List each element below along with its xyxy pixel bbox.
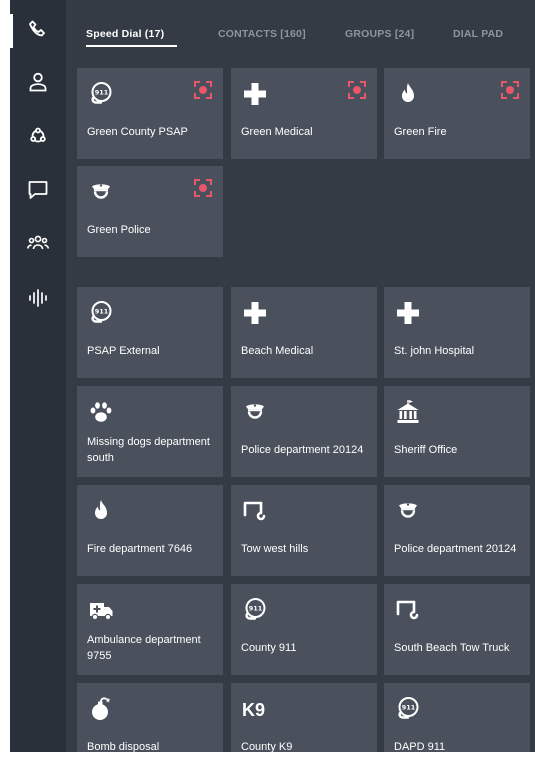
phone-911-icon: 911: [394, 695, 422, 723]
flame-icon: [394, 80, 422, 108]
svg-text:911: 911: [402, 703, 416, 711]
paw-icon: [87, 398, 115, 426]
speed-dial-tile[interactable]: Green Fire: [384, 68, 530, 159]
alert-target-icon: [193, 80, 213, 100]
tile-label: Green Police: [87, 224, 151, 236]
tile-label: DAPD 911: [394, 741, 446, 752]
medical-cross-icon: [241, 299, 269, 327]
tile-label: Missing dogs department south: [87, 436, 210, 464]
person-icon: [26, 70, 50, 99]
police-officer-icon: [87, 178, 115, 206]
tab-speed-dial[interactable]: Speed Dial (17): [86, 28, 164, 40]
svg-text:911: 911: [95, 88, 109, 96]
phone-icon: [26, 18, 50, 47]
alert-target-icon: [347, 80, 367, 100]
waveform-icon: [26, 286, 50, 315]
tile-label: County 911: [241, 642, 297, 654]
speed-dial-tile[interactable]: St. john Hospital: [384, 287, 530, 378]
svg-text:911: 911: [95, 307, 109, 315]
phone-911-icon: 911: [241, 596, 269, 624]
dispatch-app: Speed Dial (17) CONTACTS [160] GROUPS [2…: [10, 0, 535, 752]
bomb-icon: [87, 695, 115, 723]
tab-dial-pad[interactable]: DIAL PAD: [453, 28, 503, 40]
nav-groups[interactable]: [10, 118, 66, 158]
courthouse-icon: [394, 398, 422, 426]
speed-dial-tile[interactable]: 911 Green County PSAP: [77, 68, 223, 159]
speed-dial-tile[interactable]: 911 PSAP External: [77, 287, 223, 378]
tile-label: County K9: [241, 741, 293, 752]
svg-text:911: 911: [249, 604, 263, 612]
tow-hook-icon: [394, 596, 422, 624]
speed-dial-tile[interactable]: Beach Medical: [231, 287, 377, 378]
police-officer-icon: [394, 497, 422, 525]
network-icon: [26, 124, 50, 153]
speed-dial-tile[interactable]: Bomb disposal: [77, 683, 223, 752]
speed-dial-tile[interactable]: Ambulance department 9755: [77, 584, 223, 675]
speed-dial-tile[interactable]: Green Police: [77, 166, 223, 257]
speed-dial-tile[interactable]: Tow west hills: [231, 485, 377, 576]
k9-text-icon: K9: [242, 700, 266, 720]
medical-cross-icon: [241, 80, 269, 108]
speed-dial-tile[interactable]: Fire department 7646: [77, 485, 223, 576]
speed-dial-tile[interactable]: Police department 20124: [231, 386, 377, 477]
tile-label: Police department 20124: [241, 444, 364, 456]
phone-911-icon: 911: [87, 80, 115, 108]
alert-target-icon: [193, 178, 213, 198]
speed-dial-tile[interactable]: Police department 20124: [384, 485, 530, 576]
tile-label: Green County PSAP: [87, 126, 188, 138]
speed-dial-tile[interactable]: Green Medical: [231, 68, 377, 159]
tile-label: Tow west hills: [241, 543, 309, 555]
speed-dial-tile[interactable]: Missing dogs department south: [77, 386, 223, 477]
alert-target-icon: [500, 80, 520, 100]
speed-dial-tile[interactable]: K9 County K9: [231, 683, 377, 752]
tile-label: Ambulance department 9755: [87, 634, 201, 662]
nav-contacts[interactable]: [10, 64, 66, 104]
tile-label: St. john Hospital: [394, 345, 475, 357]
tab-contacts[interactable]: CONTACTS [160]: [218, 28, 306, 40]
nav-rail: [10, 0, 66, 752]
tile-label: Sheriff Office: [394, 444, 458, 456]
medical-cross-icon: [394, 299, 422, 327]
speed-dial-tile[interactable]: 911 County 911: [231, 584, 377, 675]
tile-label: South Beach Tow Truck: [394, 642, 510, 654]
tile-label: Fire department 7646: [87, 543, 193, 555]
tile-label: Green Fire: [394, 126, 447, 138]
group-people-icon: [26, 231, 50, 260]
nav-audio[interactable]: [10, 280, 66, 320]
tab-active-underline: [86, 45, 177, 47]
tile-label: Beach Medical: [241, 345, 314, 357]
tab-groups[interactable]: GROUPS [24]: [345, 28, 414, 40]
tow-hook-icon: [241, 497, 269, 525]
nav-messages[interactable]: [10, 172, 66, 212]
tile-label: PSAP External: [87, 345, 160, 357]
tile-label: Bomb disposal: [87, 741, 160, 752]
tile-label: Green Medical: [241, 126, 313, 138]
speed-dial-tile[interactable]: South Beach Tow Truck: [384, 584, 530, 675]
police-officer-icon: [241, 398, 269, 426]
nav-calls[interactable]: [10, 12, 66, 52]
tile-label: Police department 20124: [394, 543, 517, 555]
chat-bubble-icon: [26, 178, 50, 207]
nav-teams[interactable]: [10, 225, 66, 265]
flame-icon: [87, 497, 115, 525]
phone-911-icon: 911: [87, 299, 115, 327]
ambulance-icon: [87, 596, 115, 624]
speed-dial-tile[interactable]: Sheriff Office: [384, 386, 530, 477]
speed-dial-tile[interactable]: 911 DAPD 911: [384, 683, 530, 752]
